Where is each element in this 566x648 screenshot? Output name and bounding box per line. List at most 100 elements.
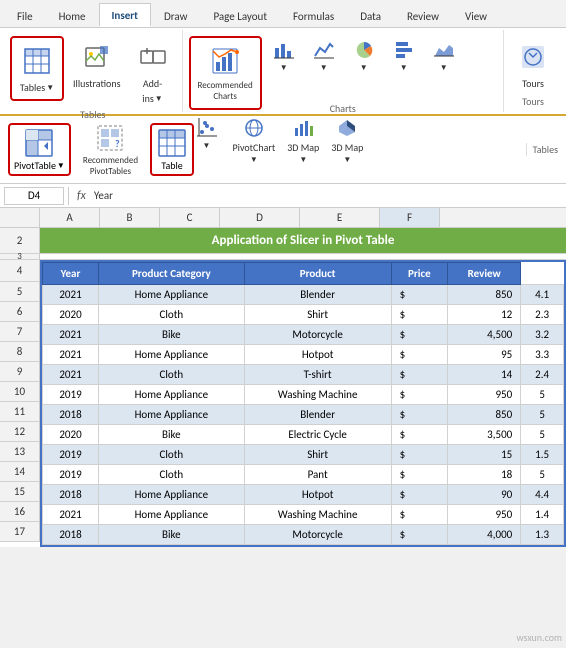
scatter-chart-button[interactable]: ▼ xyxy=(189,114,225,153)
td-price-val: 18 xyxy=(448,465,521,485)
col-header-c[interactable]: C xyxy=(160,208,220,227)
table-row: 2021 Home Appliance Washing Machine $ 95… xyxy=(43,505,564,525)
tab-page-layout[interactable]: Page Layout xyxy=(200,3,280,27)
3d-map-icon xyxy=(335,116,359,140)
line-chart-icon xyxy=(312,38,336,62)
addins-icon xyxy=(135,39,171,75)
maps-button[interactable]: PivotChart ▼ xyxy=(229,114,280,167)
row-num-11: 11 xyxy=(0,402,40,422)
area-chart-button[interactable]: ▼ xyxy=(426,36,462,75)
row-num-5: 5 xyxy=(0,282,40,302)
row-content-3 xyxy=(40,254,566,259)
ribbon-group-tables: Tables ▼ Illustrations xyxy=(4,30,183,112)
td-price-sym: $ xyxy=(391,345,447,365)
title-cell: Application of Slicer in Pivot Table xyxy=(40,228,566,253)
table-row: 2018 Home Appliance Hotpot $ 90 4.4 xyxy=(43,485,564,505)
td-price-sym: $ xyxy=(391,285,447,305)
td-year: 2021 xyxy=(43,285,99,305)
td-price-sym: $ xyxy=(391,465,447,485)
title-row: 2 Application of Slicer in Pivot Table xyxy=(0,228,566,254)
pie-chart-icon xyxy=(352,38,376,62)
table-button[interactable]: Table xyxy=(150,123,194,176)
td-price-sym: $ xyxy=(391,425,447,445)
td-year: 2018 xyxy=(43,525,99,545)
td-review: 5 xyxy=(521,385,564,405)
td-review: 3.2 xyxy=(521,325,564,345)
table-row: 2021 Cloth T-shirt $ 14 2.4 xyxy=(43,365,564,385)
tab-view[interactable]: View xyxy=(452,3,500,27)
tables-group-label: Tables xyxy=(80,108,105,123)
td-review: 1.5 xyxy=(521,445,564,465)
td-category: Home Appliance xyxy=(99,285,245,305)
tab-review[interactable]: Review xyxy=(394,3,452,27)
td-review: 5 xyxy=(521,465,564,485)
3d-map-label: 3D Map xyxy=(331,141,363,154)
table-row: 2019 Cloth Pant $ 18 5 xyxy=(43,465,564,485)
col-headers: A B C D E F xyxy=(0,208,566,228)
tab-home[interactable]: Home xyxy=(46,3,99,27)
column-chart-button[interactable]: ▼ xyxy=(266,36,302,75)
tables-button[interactable]: Tables ▼ xyxy=(14,40,60,97)
col-header-b[interactable]: B xyxy=(100,208,160,227)
line-chart-button[interactable]: ▼ xyxy=(306,36,342,75)
tab-draw[interactable]: Draw xyxy=(151,3,200,27)
pivot-chart-button[interactable]: 3D Map ▼ xyxy=(283,114,323,167)
td-review: 2.3 xyxy=(521,305,564,325)
formula-divider xyxy=(68,187,69,205)
row-content-2: Application of Slicer in Pivot Table xyxy=(40,228,566,253)
tab-formulas[interactable]: Formulas xyxy=(280,3,347,27)
td-category: Cloth xyxy=(99,305,245,325)
td-product: Hotpot xyxy=(244,345,391,365)
tables-icon xyxy=(19,43,55,79)
table-row: 2021 Home Appliance Hotpot $ 95 3.3 xyxy=(43,345,564,365)
addins-button[interactable]: Add- ins ▼ xyxy=(130,36,176,108)
table-icon xyxy=(156,127,188,159)
table-header-row: Year Product Category Product Price Revi… xyxy=(43,263,564,285)
table-body: 2021 Home Appliance Blender $ 850 4.1 20… xyxy=(43,285,564,545)
col-corner xyxy=(0,208,40,227)
recommended-charts-label: RecommendedCharts xyxy=(198,81,253,103)
tab-insert[interactable]: Insert xyxy=(99,3,152,27)
table-label: Table xyxy=(161,159,182,172)
bar-chart-button[interactable]: ▼ xyxy=(386,36,422,75)
row-num-13: 13 xyxy=(0,442,40,462)
tours-button[interactable]: Tours xyxy=(510,36,556,93)
pivot-table-icon xyxy=(23,127,55,159)
data-table-container: Year Product Category Product Price Revi… xyxy=(40,260,566,547)
row-num-10: 10 xyxy=(0,382,40,402)
data-table: Year Product Category Product Price Revi… xyxy=(42,262,564,545)
td-year: 2021 xyxy=(43,325,99,345)
td-review: 1.3 xyxy=(521,525,564,545)
row-num-12: 12 xyxy=(0,422,40,442)
row-num-16: 16 xyxy=(0,502,40,522)
td-price-val: 12 xyxy=(448,305,521,325)
col-header-a[interactable]: A xyxy=(40,208,100,227)
table-row: 2019 Cloth Shirt $ 15 1.5 xyxy=(43,445,564,465)
ribbon-items-tours: Tours xyxy=(510,32,556,95)
td-year: 2019 xyxy=(43,385,99,405)
name-box[interactable]: D4 xyxy=(4,187,64,205)
formula-bar: D4 fx Year xyxy=(0,184,566,208)
col-header-f[interactable]: F xyxy=(380,208,440,227)
tab-file[interactable]: File xyxy=(4,3,46,27)
td-year: 2021 xyxy=(43,365,99,385)
recommended-charts-button[interactable]: RecommendedCharts xyxy=(193,40,258,106)
recommended-pivot-tables-button[interactable]: ? RecommendedPivotTables xyxy=(79,120,142,180)
td-year: 2020 xyxy=(43,305,99,325)
tab-data[interactable]: Data xyxy=(347,3,394,27)
col-header-d[interactable]: D xyxy=(220,208,300,227)
illustrations-button[interactable]: Illustrations xyxy=(68,36,126,93)
td-price-val: 850 xyxy=(448,405,521,425)
row-num-8: 8 xyxy=(0,342,40,362)
td-price-val: 15 xyxy=(448,445,521,465)
td-product: Blender xyxy=(244,285,391,305)
td-price-sym: $ xyxy=(391,325,447,345)
3d-map-button[interactable]: 3D Map ▼ xyxy=(327,114,367,167)
pie-chart-button[interactable]: ▼ xyxy=(346,36,382,75)
td-price-val: 850 xyxy=(448,285,521,305)
td-product: Shirt xyxy=(244,305,391,325)
td-category: Bike xyxy=(99,425,245,445)
col-header-e[interactable]: E xyxy=(300,208,380,227)
pivot-table-button[interactable]: PivotTable ▼ xyxy=(8,123,71,176)
tours-label: Tours xyxy=(522,77,544,90)
